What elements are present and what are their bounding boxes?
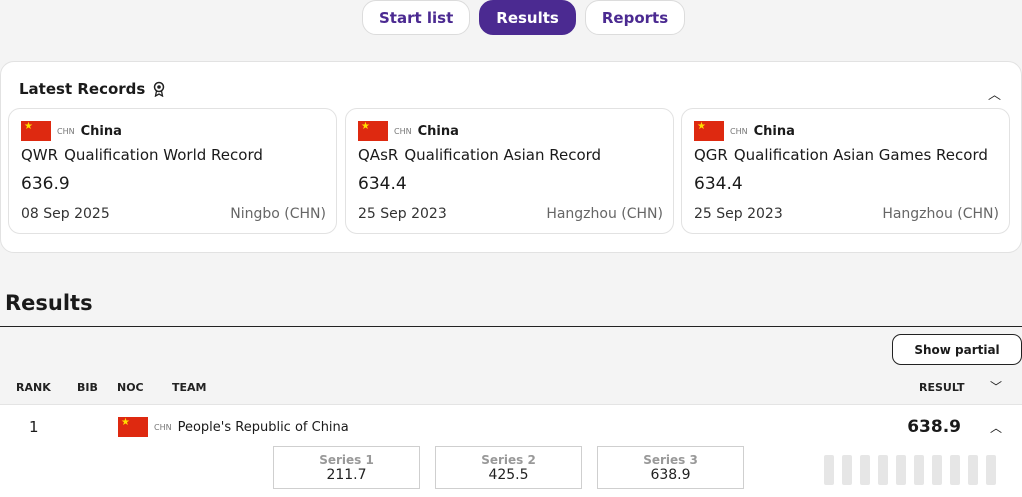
column-header-result[interactable]: RESULT [919,381,965,394]
record-score: 634.4 [358,174,407,194]
show-partial-button[interactable]: Show partial [892,334,1022,365]
noc-code: CHN [394,126,412,136]
results-heading: Results [5,291,93,315]
china-flag-icon [358,120,388,141]
record-type-label: Qualification World Record [64,146,263,164]
noc-code: CHN [154,422,172,432]
record-type-label: Qualification Asian Record [404,146,602,164]
series-value: 211.7 [326,467,367,483]
record-card: CHN China QWRQualification World Record … [8,108,337,234]
record-card: CHN China QGR Qualification Asian Games R… [681,108,1010,234]
record-abbr: QAsR [358,146,399,164]
watermark-overlay [820,455,1022,485]
results-divider [0,326,1022,327]
record-date: 25 Sep 2023 [694,206,783,222]
chevron-down-icon[interactable]: ﹀ [990,378,1002,395]
record-country: China [80,123,122,139]
china-flag-icon [694,120,724,141]
record-date: 25 Sep 2023 [358,206,447,222]
medal-icon [154,81,165,97]
tab-start-list[interactable]: Start list [362,0,471,35]
record-card: CHN China QAsR Qualification Asian Record… [345,108,674,234]
record-abbr: QGR [694,146,728,164]
row-noc: CHN People's Republic of China [118,416,349,437]
record-place: Ningbo (CHN) [230,206,326,222]
column-header-noc[interactable]: NOC [117,381,144,394]
record-score: 636.9 [21,174,70,194]
series-label: Series 3 [643,453,698,467]
record-type: QAsR Qualification Asian Record [358,146,601,164]
row-team: People's Republic of China [177,419,349,435]
results-tab-bar: Start list Results Reports [362,0,686,35]
series-value: 425.5 [488,467,529,483]
china-flag-icon [21,120,51,141]
series-box: Series 3 638.9 [597,446,744,489]
record-abbr: QWR [21,146,59,164]
noc-code: CHN [730,126,748,136]
tab-results[interactable]: Results [479,0,576,35]
series-box: Series 2 425.5 [435,446,582,489]
series-label: Series 2 [481,453,536,467]
tab-reports[interactable]: Reports [584,0,686,35]
column-header-bib[interactable]: BIB [77,381,98,394]
record-country: China [753,123,795,139]
record-type: QWR Qualification World Record [21,146,263,164]
noc-code: CHN [57,126,75,136]
record-type: QGR Qualification Asian Games Record [694,146,988,164]
record-country: China [417,123,459,139]
latest-records-title: Latest Records [19,80,146,98]
record-type-label: Qualification Asian Games Record [733,146,988,164]
record-place: Hangzhou (CHN) [882,206,999,222]
column-header-rank[interactable]: RANK [16,381,51,394]
record-place: Hangzhou (CHN) [546,206,663,222]
chevron-up-icon[interactable]: ︿ [990,419,1002,436]
row-result: 638.9 [907,417,961,437]
latest-records-heading: Latest Records [19,80,165,98]
china-flag-icon [118,416,148,437]
latest-records-panel: Latest Records ︿ CHN China QWR Qualificat… [0,61,1022,253]
chevron-up-icon[interactable]: ︿ [988,84,1001,103]
record-score: 634.4 [694,174,743,194]
series-label: Series 1 [319,453,374,467]
record-date: 08 Sep 2025 [21,206,110,222]
column-header-team[interactable]: TEAM [172,381,206,394]
row-rank: 1 [29,418,39,436]
series-box: Series 1 211.7 [273,446,420,489]
series-value: 638.9 [650,467,691,483]
